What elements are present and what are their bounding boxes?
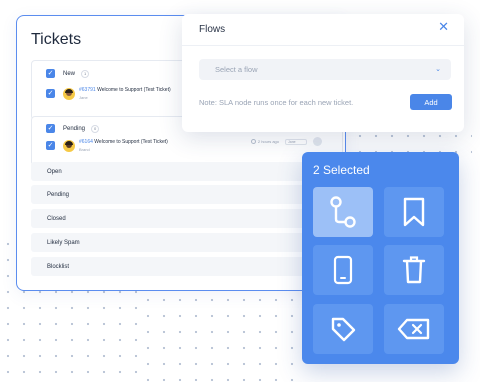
tablet-action-button[interactable] <box>313 245 373 295</box>
status-row-likely-spam[interactable]: Likely Spam <box>31 233 343 252</box>
ticket-agent: Jane <box>79 95 88 100</box>
group-header[interactable]: ✓ Pending 0 <box>46 124 100 133</box>
tag-icon <box>331 317 356 342</box>
ticket-checkbox[interactable]: ✓ <box>46 141 55 150</box>
group-checkbox[interactable]: ✓ <box>46 124 55 133</box>
selection-count: 2 Selected <box>313 163 370 177</box>
page-title: Tickets <box>31 31 82 48</box>
modal-divider <box>182 45 464 46</box>
status-row-pending[interactable]: Pending <box>31 185 343 204</box>
delete-action-button[interactable] <box>384 245 444 295</box>
group-checkbox[interactable]: ✓ <box>46 69 55 78</box>
avatar <box>63 87 75 100</box>
tag-action-button[interactable] <box>313 304 373 354</box>
ticket-row[interactable]: ✓ #6164 Welcome to Support (Test Ticket)… <box>46 139 168 152</box>
status-row-open[interactable]: Open <box>31 162 343 181</box>
bookmark-action-button[interactable] <box>384 187 444 237</box>
ticket-meta: 2 hours ago Jane <box>250 137 322 146</box>
group-label: Pending <box>63 125 86 132</box>
flow-select-placeholder: Select a flow <box>215 65 258 74</box>
user-avatar-icon <box>313 137 322 146</box>
bookmark-icon <box>403 197 425 227</box>
trash-icon <box>402 256 426 284</box>
status-row-blocklist[interactable]: Blocklist <box>31 257 343 276</box>
ticket-checkbox[interactable]: ✓ <box>46 89 55 98</box>
flow-select[interactable]: Select a flow ⌄ <box>199 59 451 80</box>
flows-note: Note: SLA node runs once for each new ti… <box>199 98 354 107</box>
ticket-time: 2 hours ago <box>250 139 279 144</box>
ticket-subject[interactable]: Welcome to Support (Test Ticket) <box>94 139 168 145</box>
avatar <box>63 139 75 152</box>
tablet-icon <box>333 255 353 285</box>
group-label: New <box>63 70 76 77</box>
backspace-icon <box>397 318 430 340</box>
ticket-row[interactable]: ✓ #63791 Welcome to Support (Test Ticket… <box>46 87 171 100</box>
ticket-id[interactable]: #6164 <box>79 139 93 145</box>
flow-action-button[interactable] <box>313 187 373 237</box>
dot-pattern <box>140 292 300 382</box>
ticket-subject[interactable]: Welcome to Support (Test Ticket) <box>97 87 171 93</box>
modal-title: Flows <box>199 24 226 35</box>
group-header[interactable]: ✓ New 1 <box>46 69 90 78</box>
flows-modal: Flows ✕ Select a flow ⌄ Note: SLA node r… <box>182 14 464 132</box>
close-icon[interactable]: ✕ <box>438 21 449 34</box>
add-button[interactable]: Add <box>410 94 452 110</box>
ticket-id[interactable]: #63791 <box>79 87 96 93</box>
group-count-badge: 0 <box>91 124 100 133</box>
assignee-select[interactable]: Jane <box>285 138 307 145</box>
clear-action-button[interactable] <box>384 304 444 354</box>
bulk-actions-panel: 2 Selected <box>302 152 459 364</box>
group-count-badge: 1 <box>81 69 90 78</box>
status-row-closed[interactable]: Closed <box>31 209 343 228</box>
ticket-agent: Brand <box>79 147 90 152</box>
chevron-down-icon: ⌄ <box>435 65 441 73</box>
flow-icon <box>330 196 356 228</box>
clock-icon <box>250 139 256 144</box>
